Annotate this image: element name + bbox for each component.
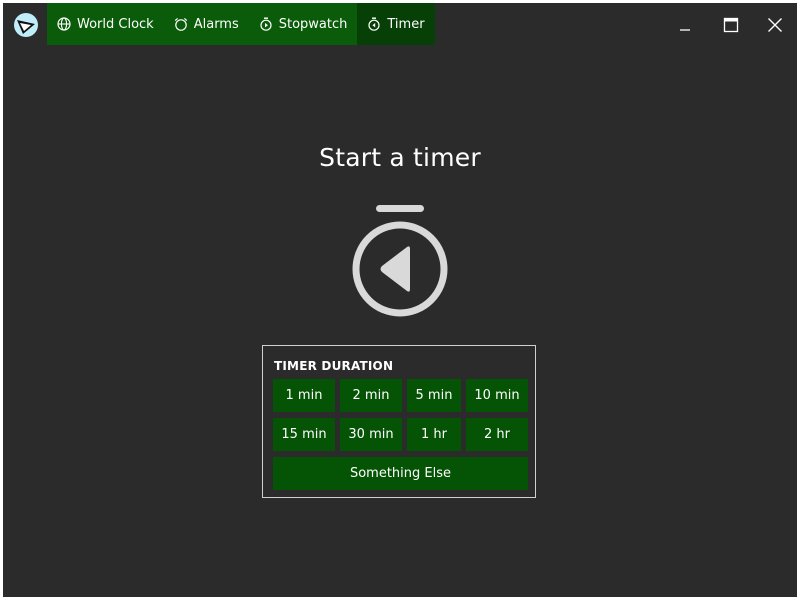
- timer-icon: [367, 17, 381, 31]
- tab-label: Alarms: [193, 16, 239, 32]
- close-icon: [767, 17, 783, 33]
- duration-button-10-min[interactable]: 10 min: [466, 379, 528, 412]
- tab-alarms[interactable]: Alarms: [164, 3, 249, 45]
- stopwatch-icon: [259, 17, 273, 31]
- minimize-button[interactable]: [668, 9, 702, 41]
- timer-duration-panel: TIMER DURATION 1 min 2 min 5 min 10 min …: [262, 345, 536, 498]
- navigation-tabs: World Clock Alarms Stopwatch Timer: [47, 3, 435, 45]
- tab-stopwatch[interactable]: Stopwatch: [249, 3, 358, 45]
- minimize-icon: [678, 18, 692, 32]
- something-else-button[interactable]: Something Else: [273, 457, 528, 490]
- clock-app-logo-icon: [13, 12, 39, 38]
- tab-label: World Clock: [77, 16, 154, 32]
- duration-button-2-hr[interactable]: 2 hr: [466, 418, 528, 451]
- duration-button-1-hr[interactable]: 1 hr: [407, 418, 461, 451]
- page-title: Start a timer: [319, 143, 481, 172]
- timer-icon: [349, 203, 449, 319]
- close-button[interactable]: [758, 9, 792, 41]
- duration-button-2-min[interactable]: 2 min: [340, 379, 402, 412]
- tab-label: Timer: [387, 16, 425, 32]
- globe-icon: [57, 17, 71, 31]
- app-window: World Clock Alarms Stopwatch Timer Start…: [3, 3, 797, 597]
- duration-button-5-min[interactable]: 5 min: [407, 379, 461, 412]
- duration-button-1-min[interactable]: 1 min: [273, 379, 335, 412]
- tab-timer[interactable]: Timer: [357, 3, 435, 45]
- maximize-button[interactable]: [714, 9, 748, 41]
- maximize-icon: [723, 17, 739, 33]
- tab-world-clock[interactable]: World Clock: [47, 3, 164, 45]
- duration-button-15-min[interactable]: 15 min: [273, 418, 335, 451]
- tab-label: Stopwatch: [278, 16, 348, 32]
- alarm-icon: [174, 17, 188, 31]
- duration-button-30-min[interactable]: 30 min: [340, 418, 402, 451]
- panel-label: TIMER DURATION: [274, 359, 394, 373]
